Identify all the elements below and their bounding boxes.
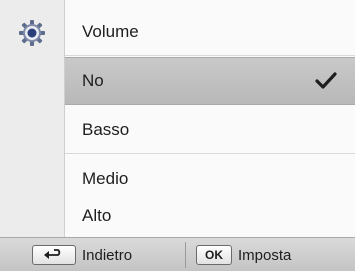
back-hint[interactable]: Indietro — [32, 238, 132, 271]
menu-title: Volume — [65, 8, 355, 56]
volume-menu: Volume No Basso Medio Alto — [65, 0, 355, 237]
menu-item-label: Basso — [82, 119, 130, 139]
return-arrow-icon — [44, 249, 61, 259]
menu-item-label: Medio — [82, 168, 129, 188]
menu-title-label: Volume — [82, 21, 139, 41]
back-key[interactable] — [32, 245, 76, 265]
button-hint-bar: Indietro OK Imposta — [0, 237, 355, 271]
ok-key[interactable]: OK — [196, 245, 232, 265]
menu-item-label: Alto — [82, 205, 112, 225]
checkmark-icon — [315, 72, 337, 89]
back-label: Indietro — [82, 246, 133, 264]
menu-category-gutter — [0, 0, 65, 237]
camera-menu-screen: Volume No Basso Medio Alto Indietro OK I… — [0, 0, 355, 271]
ok-label: Imposta — [238, 246, 292, 264]
bar-divider — [185, 242, 186, 268]
menu-item-label: No — [82, 71, 104, 90]
menu-item-alto[interactable]: Alto — [65, 194, 355, 237]
menu-item-basso[interactable]: Basso — [65, 106, 355, 154]
menu-item-no[interactable]: No — [65, 57, 355, 105]
ok-hint[interactable]: OK Imposta — [196, 238, 291, 271]
gear-icon — [19, 20, 45, 46]
